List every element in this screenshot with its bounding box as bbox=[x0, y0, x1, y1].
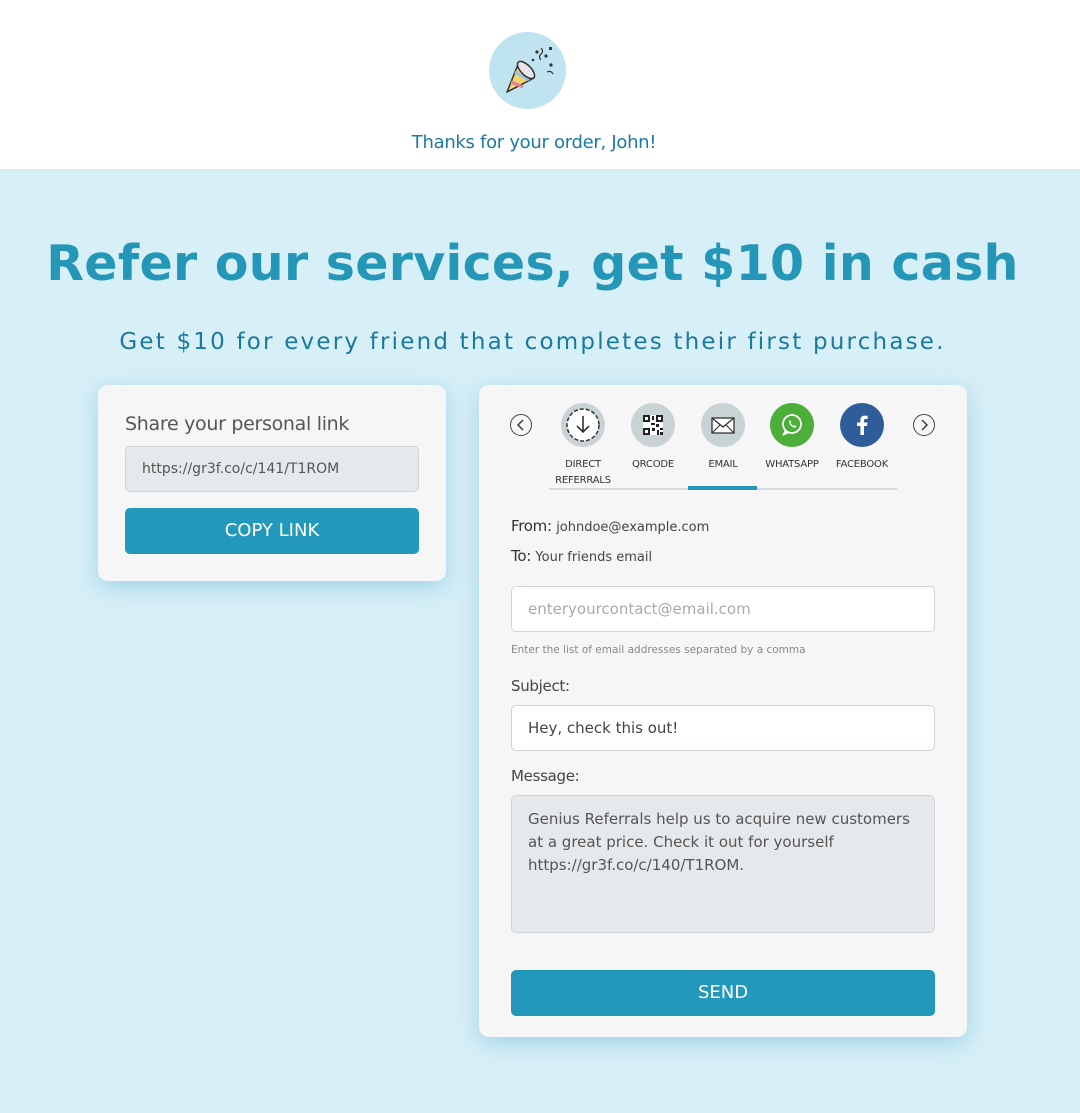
tab-label: EMAIL bbox=[708, 459, 738, 470]
thanks-message: Thanks for your order, John! bbox=[411, 132, 657, 153]
qr-code-icon bbox=[631, 403, 675, 447]
chevron-right-icon[interactable] bbox=[913, 414, 935, 436]
party-popper-icon bbox=[489, 32, 566, 109]
from-label: From: bbox=[511, 517, 552, 535]
download-icon bbox=[561, 403, 605, 447]
personal-link-field[interactable]: https://gr3f.co/c/141/T1ROM bbox=[125, 446, 419, 492]
header: Thanks for your order, John! bbox=[0, 0, 1080, 169]
to-row: To: Your friends email bbox=[511, 547, 652, 565]
share-link-title: Share your personal link bbox=[125, 413, 350, 435]
tab-direct-referrals[interactable]: DIRECT REFERRALS bbox=[548, 403, 618, 489]
from-value: johndoe@example.com bbox=[556, 520, 710, 535]
tab-label: DIRECT REFERRALS bbox=[555, 459, 611, 486]
tab-whatsapp[interactable]: WHATSAPP bbox=[757, 403, 827, 473]
facebook-icon bbox=[840, 403, 884, 447]
share-channels-card: DIRECT REFERRALS QRCODE EMAIL WHATSAPP F… bbox=[479, 385, 967, 1037]
tab-email[interactable]: EMAIL bbox=[688, 403, 758, 473]
page-title: Refer our services, get $10 in cash bbox=[46, 235, 1019, 292]
subject-input[interactable]: Hey, check this out! bbox=[511, 705, 935, 751]
friends-email-input[interactable]: enteryourcontact@email.com bbox=[511, 586, 935, 632]
tab-facebook[interactable]: FACEBOOK bbox=[827, 403, 897, 473]
to-label: To: bbox=[511, 547, 531, 565]
to-value: Your friends email bbox=[535, 550, 653, 565]
tab-label: WHATSAPP bbox=[765, 459, 819, 470]
chevron-left-icon[interactable] bbox=[510, 414, 532, 436]
email-hint: Enter the list of email addresses separa… bbox=[511, 644, 806, 656]
tab-label: QRCODE bbox=[632, 459, 674, 470]
envelope-icon bbox=[701, 403, 745, 447]
copy-link-button[interactable]: COPY LINK bbox=[125, 508, 419, 554]
message-textarea[interactable]: Genius Referrals help us to acquire new … bbox=[511, 795, 935, 933]
send-button[interactable]: SEND bbox=[511, 970, 935, 1016]
share-link-card: Share your personal link https://gr3f.co… bbox=[98, 385, 446, 581]
active-tab-indicator bbox=[688, 486, 757, 490]
from-row: From: johndoe@example.com bbox=[511, 517, 709, 535]
page-subtitle: Get $10 for every friend that completes … bbox=[119, 329, 946, 355]
whatsapp-icon bbox=[770, 403, 814, 447]
message-label: Message: bbox=[511, 767, 580, 785]
subject-label: Subject: bbox=[511, 677, 570, 695]
tab-qrcode[interactable]: QRCODE bbox=[618, 403, 688, 473]
tab-label: FACEBOOK bbox=[835, 459, 889, 470]
